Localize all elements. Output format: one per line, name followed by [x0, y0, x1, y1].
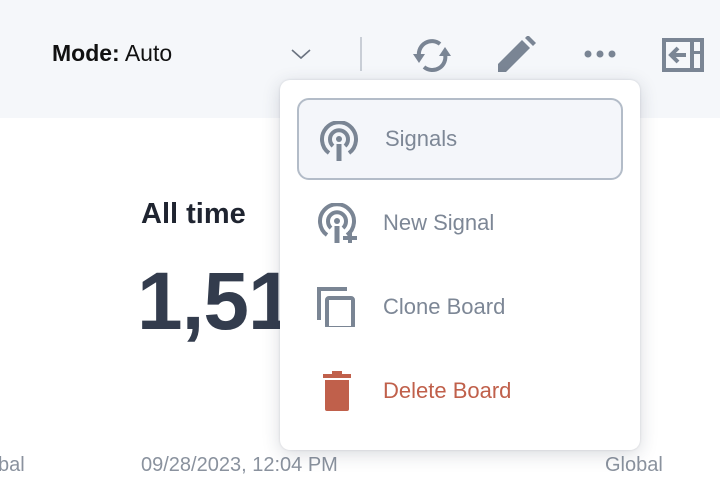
- footer-scope: Global: [605, 454, 663, 476]
- copy-icon: [317, 287, 355, 327]
- mode-label: Mode:: [52, 40, 120, 66]
- menu-item-signals[interactable]: Signals: [297, 98, 623, 180]
- mode-selector[interactable]: Mode: Auto: [52, 40, 172, 67]
- menu-item-new-signal[interactable]: New Signal: [297, 182, 623, 264]
- pencil-icon[interactable]: [496, 36, 536, 74]
- refresh-icon[interactable]: [410, 36, 454, 74]
- footer-left: bal: [0, 454, 25, 476]
- signal-icon: [320, 121, 358, 161]
- menu-item-label: Clone Board: [383, 294, 506, 319]
- card-value: 1,51: [137, 256, 294, 347]
- divider: [360, 37, 362, 71]
- card-title: All time: [141, 198, 246, 230]
- menu-item-label: Delete Board: [383, 378, 512, 403]
- footer-date: 09/28/2023, 12:04 PM: [141, 454, 338, 476]
- trash-icon: [323, 371, 351, 411]
- menu-item-label: New Signal: [383, 210, 495, 235]
- signal-plus-icon: [318, 203, 357, 243]
- mode-value: Auto: [124, 40, 173, 66]
- collapse-panel-icon[interactable]: [662, 38, 704, 72]
- menu-item-delete-board[interactable]: Delete Board: [297, 350, 623, 432]
- menu-item-clone-board[interactable]: Clone Board: [297, 266, 623, 348]
- chevron-down-icon[interactable]: [290, 47, 312, 61]
- more-icon[interactable]: [583, 48, 619, 60]
- menu-item-label: Signals: [385, 126, 458, 151]
- dropdown-menu: Signals New Signal Clone Board Delete Bo…: [280, 80, 640, 450]
